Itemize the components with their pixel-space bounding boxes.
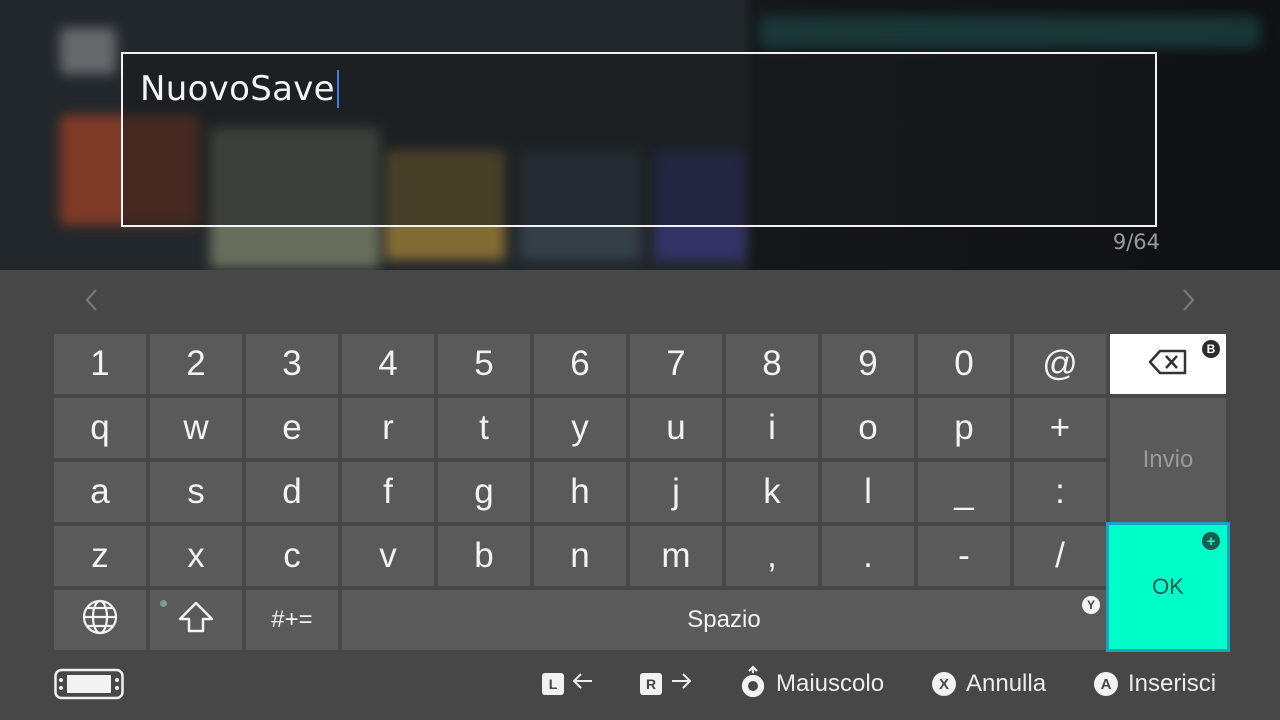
char-key[interactable]: 5: [438, 334, 530, 394]
char-key[interactable]: .: [822, 526, 914, 586]
char-key[interactable]: s: [150, 462, 242, 522]
char-key[interactable]: 6: [534, 334, 626, 394]
char-key[interactable]: u: [630, 398, 722, 458]
char-key[interactable]: v: [342, 526, 434, 586]
a-button-icon: A: [1094, 672, 1118, 696]
char-key[interactable]: o: [822, 398, 914, 458]
char-key[interactable]: y: [534, 398, 626, 458]
y-button-badge: Y: [1082, 596, 1100, 614]
text-input-field[interactable]: NuovoSave: [121, 52, 1157, 227]
space-key[interactable]: Spazio Y: [342, 590, 1106, 650]
r-button-hint: R: [640, 666, 694, 702]
chevron-right-icon[interactable]: [1180, 286, 1196, 321]
char-key[interactable]: /: [1014, 526, 1106, 586]
char-key[interactable]: g: [438, 462, 530, 522]
char-key[interactable]: w: [150, 398, 242, 458]
language-key[interactable]: [54, 590, 146, 650]
char-key[interactable]: @: [1014, 334, 1106, 394]
space-label: Spazio: [687, 606, 761, 633]
stick-icon: [738, 664, 768, 704]
char-key[interactable]: m: [630, 526, 722, 586]
char-key[interactable]: z: [54, 526, 146, 586]
char-key[interactable]: :: [1014, 462, 1106, 522]
char-key[interactable]: t: [438, 398, 530, 458]
l-button-hint: L: [542, 666, 596, 702]
globe-icon: [81, 598, 119, 643]
char-key[interactable]: 7: [630, 334, 722, 394]
l-button-icon: L: [542, 673, 564, 695]
x-button-icon: X: [932, 672, 956, 696]
r-button-icon: R: [640, 673, 662, 695]
shift-indicator-dot: [160, 600, 167, 607]
shift-key[interactable]: [150, 590, 242, 650]
char-key[interactable]: k: [726, 462, 818, 522]
b-button-badge: B: [1202, 340, 1220, 358]
plus-button-badge: +: [1202, 532, 1220, 550]
backspace-icon: [1148, 344, 1188, 384]
text-input-value: NuovoSave: [140, 69, 339, 109]
chevron-left-icon[interactable]: [84, 286, 100, 321]
char-key[interactable]: d: [246, 462, 338, 522]
char-key[interactable]: j: [630, 462, 722, 522]
char-key[interactable]: a: [54, 462, 146, 522]
char-key[interactable]: 4: [342, 334, 434, 394]
shift-hint-label: Maiuscolo: [776, 670, 885, 697]
insert-hint-label: Inserisci: [1128, 670, 1217, 697]
char-key[interactable]: q: [54, 398, 146, 458]
enter-key[interactable]: Invio: [1110, 398, 1226, 522]
symbols-key[interactable]: #+=: [246, 590, 338, 650]
char-key[interactable]: 3: [246, 334, 338, 394]
cancel-hint-label: Annulla: [966, 670, 1047, 697]
character-counter: 9/64: [1112, 230, 1160, 254]
backspace-key[interactable]: B: [1110, 334, 1226, 394]
shift-icon: [177, 600, 215, 641]
char-key[interactable]: x: [150, 526, 242, 586]
text-caret: [336, 70, 339, 108]
char-key[interactable]: 1: [54, 334, 146, 394]
char-key[interactable]: e: [246, 398, 338, 458]
char-key[interactable]: l: [822, 462, 914, 522]
char-key[interactable]: b: [438, 526, 530, 586]
char-key[interactable]: h: [534, 462, 626, 522]
char-key[interactable]: c: [246, 526, 338, 586]
char-key[interactable]: 2: [150, 334, 242, 394]
char-key[interactable]: p: [918, 398, 1010, 458]
char-key[interactable]: -: [918, 526, 1010, 586]
ok-label: OK: [1152, 574, 1184, 599]
char-key[interactable]: r: [342, 398, 434, 458]
arrow-right-icon: [668, 670, 694, 698]
char-key[interactable]: 9: [822, 334, 914, 394]
char-key[interactable]: n: [534, 526, 626, 586]
char-key[interactable]: 0: [918, 334, 1010, 394]
ok-key[interactable]: OK +: [1106, 522, 1230, 652]
char-key[interactable]: +: [1014, 398, 1106, 458]
console-mode-icon: [54, 666, 124, 702]
char-key[interactable]: ,: [726, 526, 818, 586]
software-keyboard: 1 2 3 4 5 6 7 8 9 0 @ q w e r t y u i o p + a s d f g h j k l _: z x c v b n m…: [0, 270, 1280, 720]
insert-hint: A Inserisci: [1094, 666, 1216, 702]
char-key[interactable]: i: [726, 398, 818, 458]
char-key[interactable]: 8: [726, 334, 818, 394]
shift-hint: Maiuscolo: [738, 664, 885, 704]
char-key[interactable]: f: [342, 462, 434, 522]
cancel-hint: X Annulla: [932, 666, 1046, 702]
char-key[interactable]: _: [918, 462, 1010, 522]
arrow-left-icon: [570, 670, 596, 698]
